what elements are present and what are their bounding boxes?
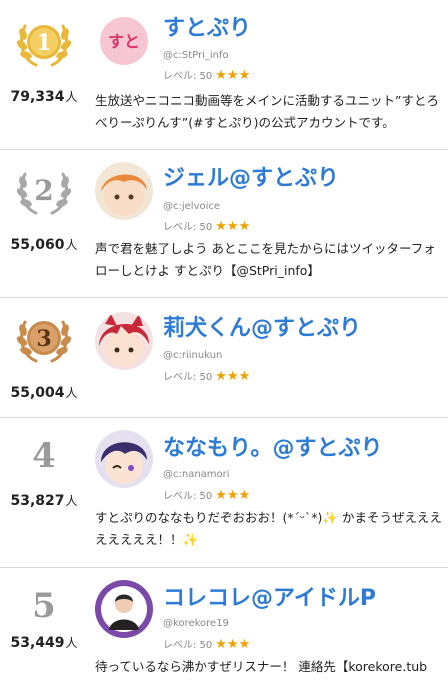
ranking-row-1[interactable]: 1 79,334人 すと すとぷり @c:StPri_info レベル: 50 ★… (0, 0, 448, 150)
avatar[interactable] (95, 430, 153, 488)
avatar[interactable] (95, 312, 153, 370)
account-handle: @c:riinukun (163, 350, 223, 361)
avatar[interactable] (95, 580, 153, 638)
rank-number: 4 (32, 436, 56, 476)
account-name[interactable]: すとぷり (163, 10, 251, 42)
rank-number: 5 (32, 586, 56, 626)
account-description: 待っているなら沸かすぜリスナー！ 連絡先【korekore.tub (95, 659, 428, 674)
rank-number: 3 (36, 326, 51, 352)
ranking-row-5[interactable]: 5 53,449人 コレコレ@アイドルP @korekore19 レベル: 50… (0, 568, 448, 684)
follower-count: 79,334人 (10, 89, 78, 105)
svg-text:すと: すと (108, 32, 140, 51)
avatar[interactable]: すと (95, 12, 153, 70)
ranking-row-2[interactable]: 2 55,060人 ジェル@すとぷり @c:jelvoice レベル: 50 ★★… (0, 150, 448, 298)
account-handle: @korekore19 (163, 618, 229, 629)
bronze-laurel-medal-icon: 3 (14, 308, 74, 368)
stars-icon: ★★★ (215, 637, 251, 652)
rank-number: 2 (34, 174, 53, 207)
account-handle: @c:nanamori (163, 469, 230, 480)
ranking-row-3[interactable]: 3 55,004人 莉犬くん@すとぷり @c:riinukun レベル: 50 ★… (0, 298, 448, 418)
ranking-row-4[interactable]: 4 53,827人 ななもり。@すとぷり @c:nanamori レベル: 50… (0, 418, 448, 568)
rank-number: 1 (36, 30, 51, 56)
follower-count: 53,449人 (10, 635, 78, 651)
stars-icon: ★★★ (215, 219, 251, 234)
level-rating: レベル: 50 ★★★ (163, 637, 251, 652)
account-name[interactable]: 莉犬くん@すとぷり (163, 310, 361, 342)
level-rating: レベル: 50 ★★★ (163, 488, 251, 503)
avatar[interactable] (95, 162, 153, 220)
level-rating: レベル: 50 ★★★ (163, 68, 251, 83)
account-handle: @c:StPri_info (163, 50, 229, 61)
follower-count: 55,004人 (10, 385, 78, 401)
stars-icon: ★★★ (215, 369, 251, 384)
account-description: すとぷりのななもりだぞおおお！(*ˊᵕˋ*)✨ かまそうぜええええええええ！！✨ (95, 510, 442, 547)
account-description: 声で君を魅了しよう あとここを見たからにはツイッターフォローしとけよ すとぷり【… (95, 241, 436, 278)
account-name[interactable]: ジェル@すとぷり (163, 160, 339, 192)
follower-count: 53,827人 (10, 493, 78, 509)
ranking-list: 1 79,334人 すと すとぷり @c:StPri_info レベル: 50 ★… (0, 0, 448, 684)
account-name[interactable]: ななもり。@すとぷり (163, 430, 383, 462)
level-rating: レベル: 50 ★★★ (163, 219, 251, 234)
stars-icon: ★★★ (215, 68, 251, 83)
silver-laurel-medal-icon: 2 (14, 160, 74, 220)
account-name[interactable]: コレコレ@アイドルP (163, 580, 376, 612)
follower-count: 55,060人 (10, 237, 78, 253)
stars-icon: ★★★ (215, 488, 251, 503)
account-handle: @c:jelvoice (163, 201, 221, 212)
account-description: 生放送やニコニコ動画等をメインに活動するユニット”すとろべりーぷりんす”(#すと… (95, 93, 439, 130)
level-rating: レベル: 50 ★★★ (163, 369, 251, 384)
gold-laurel-medal-icon: 1 (14, 12, 74, 72)
